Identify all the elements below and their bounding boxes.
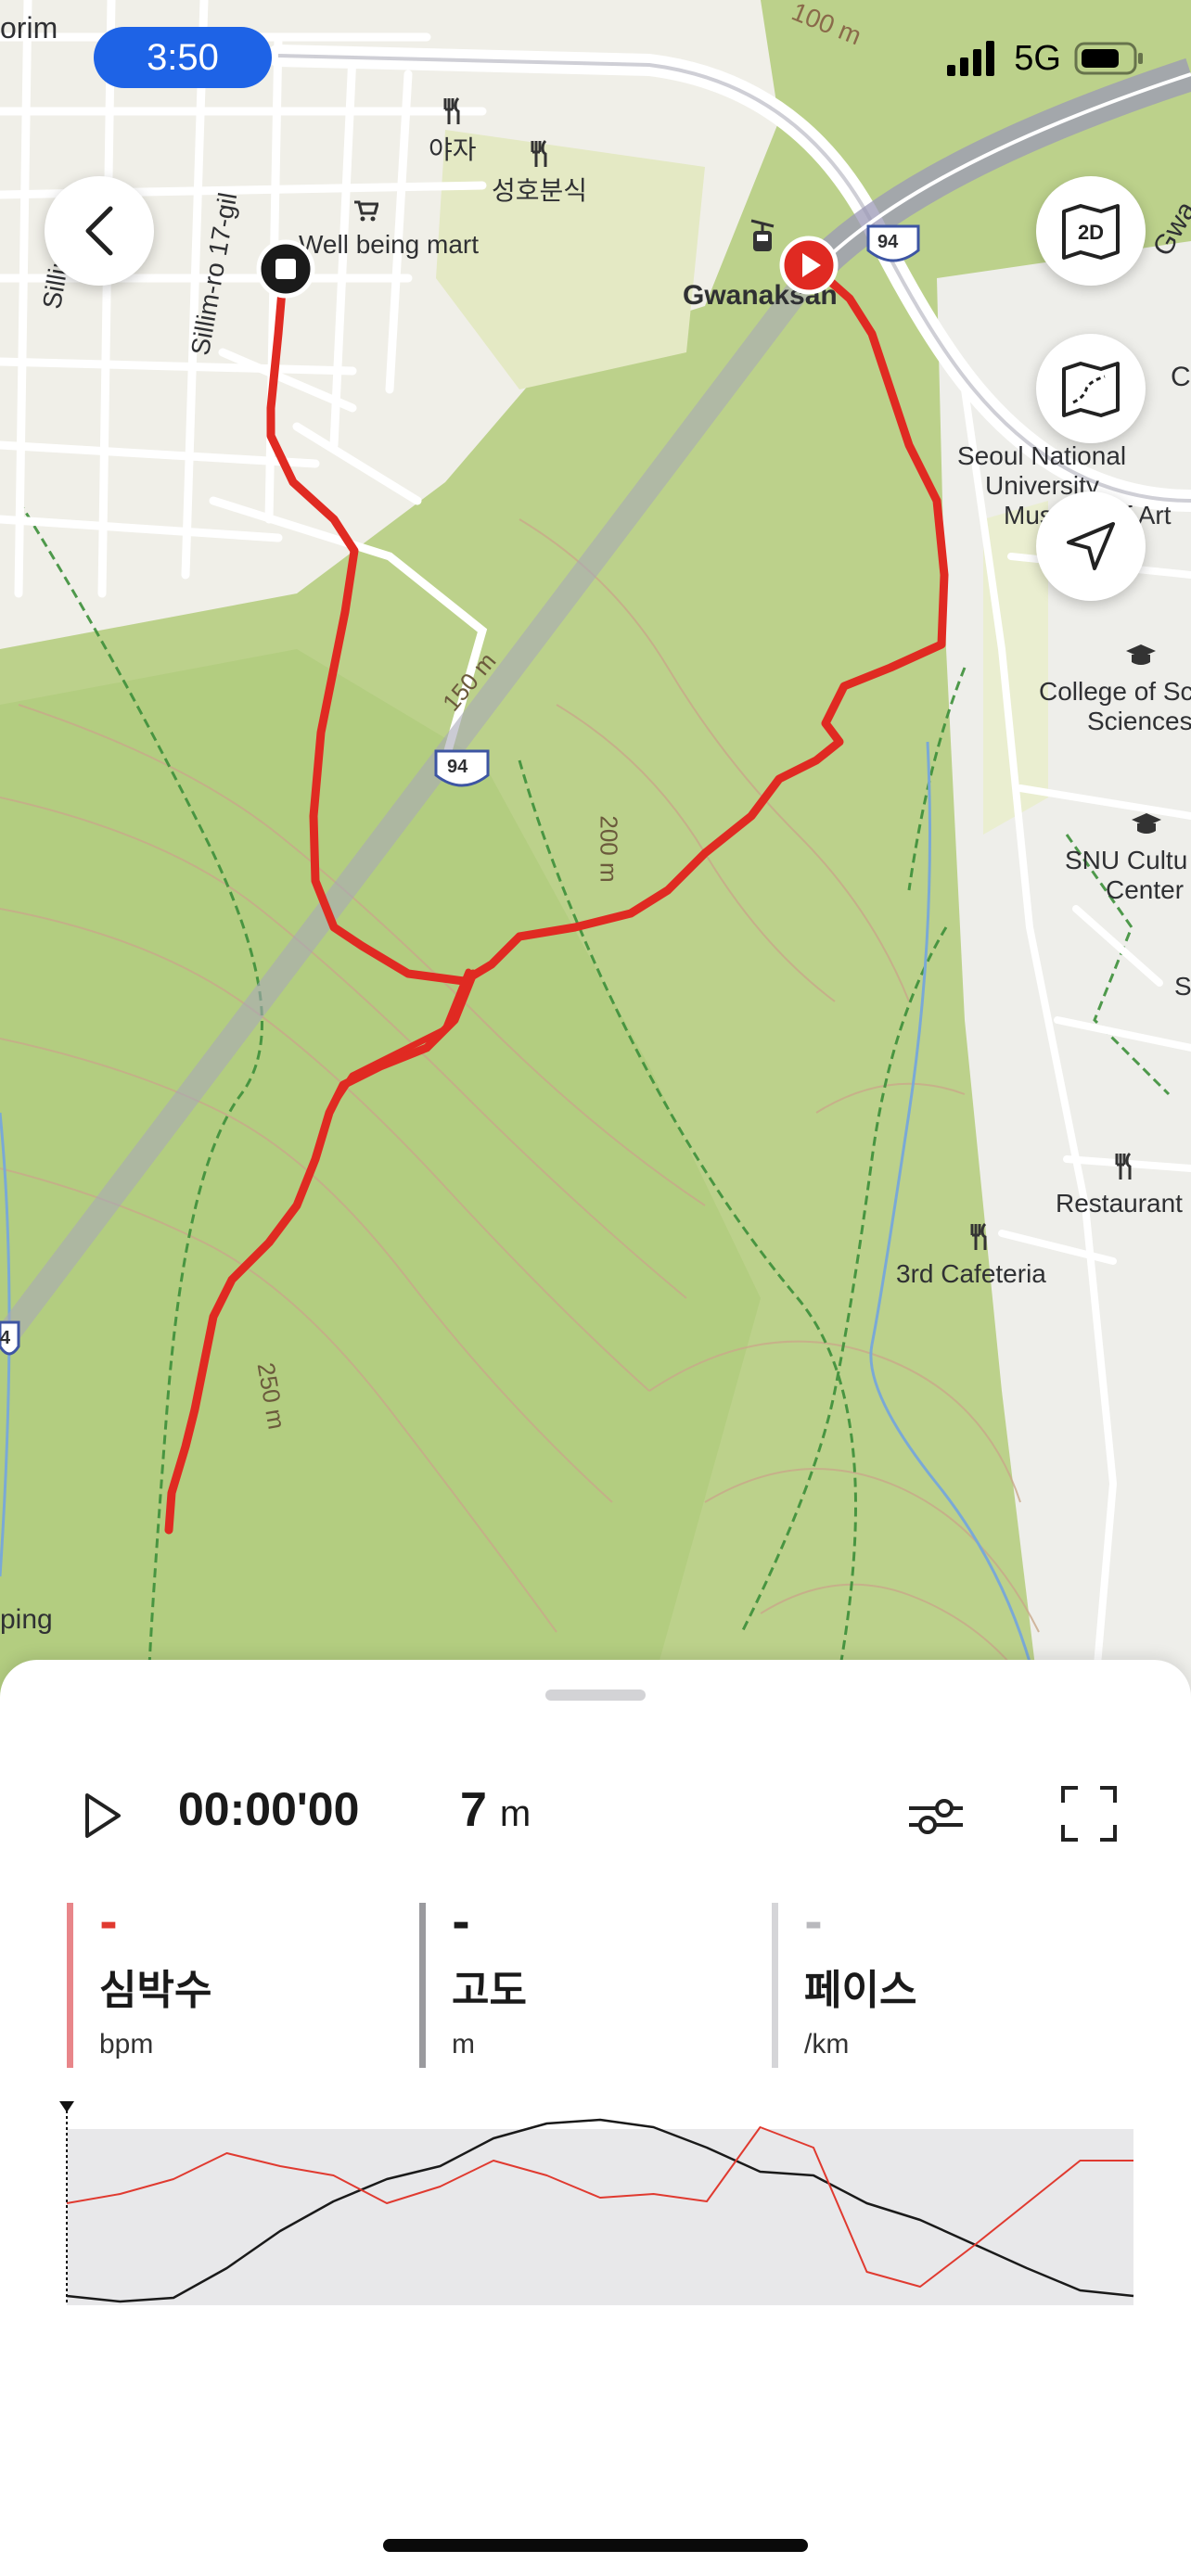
locate-me-button[interactable] — [1036, 491, 1146, 601]
poi-label-snu-culture: Center — [1106, 875, 1185, 904]
status-indicators: 5G — [945, 37, 1145, 80]
metric-heart-rate: - 심박수 bpm — [67, 1897, 212, 2068]
poi-label-snack-shop: 성호분식 — [492, 176, 588, 205]
poi-label-college: Sciences — [1087, 707, 1191, 735]
play-icon — [85, 1793, 121, 1838]
poi-label-college: College of Sci — [1039, 677, 1191, 706]
activity-chart[interactable] — [56, 2101, 1141, 2315]
metric-pace: - 페이스 /km — [772, 1897, 917, 2068]
metric-altitude: - 고도 m — [419, 1897, 527, 2068]
cart-icon — [354, 200, 378, 222]
metric-label: 페이스 — [804, 1967, 917, 2014]
elapsed-time: 00:00'00 — [178, 1783, 360, 1835]
home-indicator[interactable] — [383, 2539, 808, 2552]
poi-label-snu-culture: SNU Cultu — [1065, 846, 1188, 874]
metric-unit: m — [452, 2029, 475, 2060]
poi-label-museum: Seoul National — [957, 441, 1127, 470]
restaurant-icon — [443, 96, 460, 124]
location-arrow-icon — [1067, 522, 1115, 570]
metric-label: 고도 — [452, 1967, 527, 2014]
map-label: orim — [0, 11, 58, 45]
map-2d-toggle-button[interactable]: 2D — [1036, 176, 1146, 286]
battery-icon — [1074, 42, 1143, 75]
metric-unit: /km — [804, 2029, 850, 2060]
poi-label-cafeteria: 3rd Cafeteria — [896, 1259, 1046, 1288]
map-style-button[interactable] — [1036, 334, 1146, 443]
poi-label-mart: Well being mart — [299, 230, 480, 259]
route-number-94: 94 — [877, 232, 899, 252]
map-label: ping — [0, 1604, 53, 1635]
distance-readout: 7m — [460, 1782, 531, 1838]
map-label: S — [1174, 972, 1191, 1001]
signal-icon — [947, 41, 995, 76]
graduation-cap-icon — [1126, 644, 1156, 665]
restaurant-icon — [970, 1222, 987, 1250]
distance-unit: m — [499, 1793, 531, 1834]
track-start-marker — [779, 236, 839, 295]
route-number-94: 94 — [447, 757, 468, 777]
network-type: 5G — [1014, 38, 1061, 78]
sheet-grabber[interactable] — [545, 1690, 646, 1701]
settings-button[interactable] — [903, 1788, 968, 1843]
fullscreen-button[interactable] — [1059, 1784, 1119, 1843]
contour-label-200: 200 m — [595, 815, 623, 883]
chevron-left-icon — [85, 206, 113, 256]
track-end-marker — [256, 239, 315, 299]
chart-background — [67, 2129, 1133, 2305]
route-number-94: 4 — [0, 1328, 11, 1348]
map-route-icon — [1062, 362, 1120, 417]
restaurant-icon — [531, 139, 547, 167]
cable-car-icon — [750, 219, 775, 251]
metric-label: 심박수 — [99, 1967, 212, 2014]
play-button[interactable] — [74, 1788, 130, 1843]
metric-unit: bpm — [99, 2029, 154, 2060]
map-2d-label: 2D — [1078, 221, 1104, 244]
sliders-icon — [909, 1799, 963, 1834]
expand-icon — [1061, 1786, 1117, 1842]
playback-controls: 00:00'00 7m — [0, 1762, 1191, 1864]
activity-chart-svg — [59, 2101, 1134, 2305]
poi-label-restaurant: Restaurant — [1056, 1189, 1183, 1218]
chart-cursor-handle[interactable] — [59, 2101, 74, 2112]
restaurant-icon — [1115, 1152, 1132, 1180]
status-time: 3:50 — [94, 27, 272, 88]
map-label: C — [1171, 362, 1191, 392]
metric-value: - — [452, 1897, 470, 1949]
back-button[interactable] — [45, 176, 154, 286]
map-view[interactable]: orim 100 m 야자 성호분식 Well being mart Silli… — [0, 0, 1191, 1697]
graduation-cap-icon — [1132, 813, 1161, 834]
metric-value: - — [99, 1897, 118, 1949]
poi-label-yaja: 야자 — [429, 135, 477, 164]
map-2d-icon: 2D — [1062, 204, 1120, 260]
distance-value: 7 — [460, 1783, 487, 1837]
metric-value: - — [804, 1897, 823, 1949]
playback-sheet: 00:00'00 7m - 심박수 bpm - 고도 m - 페이스 /km — [0, 1660, 1191, 2576]
